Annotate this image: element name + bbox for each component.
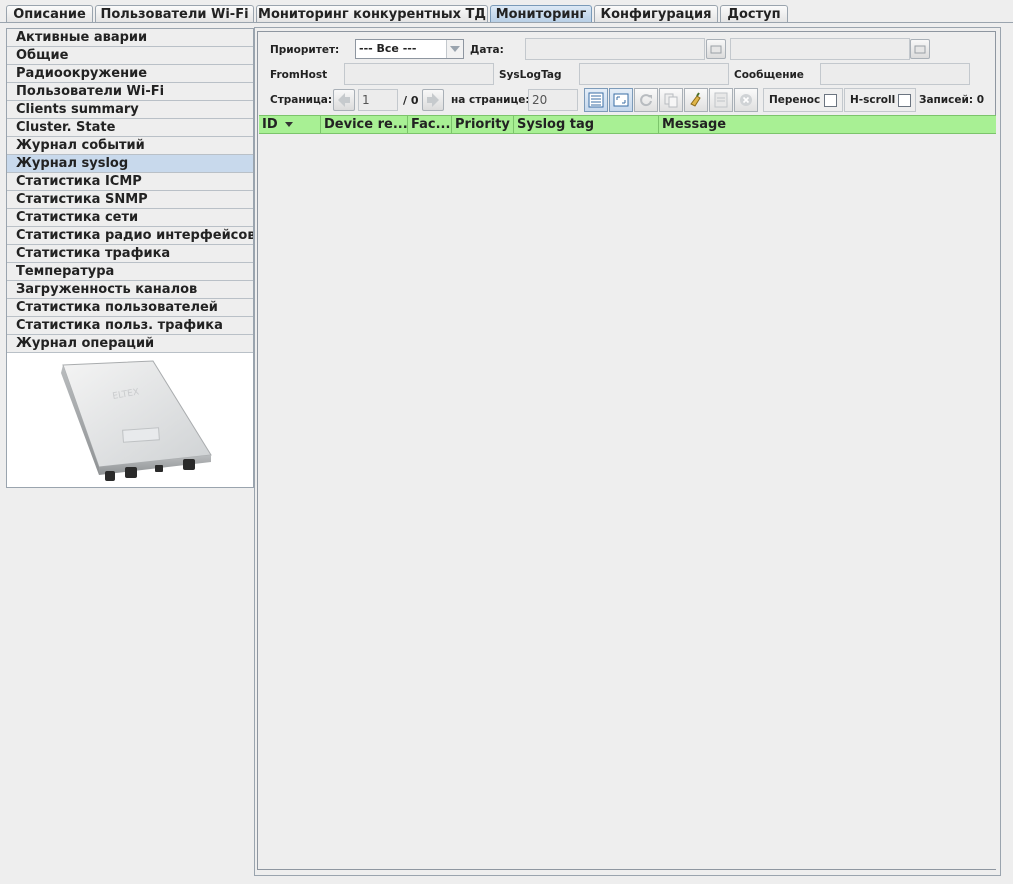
menu-item-wifi-users[interactable]: Пользователи Wi-Fi	[7, 83, 253, 101]
copy-icon	[664, 93, 678, 108]
page-number-input[interactable]: 1	[358, 89, 398, 111]
tab-configuration[interactable]: Конфигурация	[594, 5, 718, 22]
tab-wifi-users[interactable]: Пользователи Wi-Fi	[95, 5, 254, 22]
menu-item-event-log[interactable]: Журнал событий	[7, 137, 253, 155]
column-id-label: ID	[262, 117, 278, 132]
date-label: Дата:	[470, 44, 504, 56]
stop-button[interactable]	[734, 88, 758, 112]
tab-competitor-monitoring[interactable]: Мониторинг конкурентных ТД	[256, 5, 488, 22]
menu-item-cluster-state[interactable]: Cluster. State	[7, 119, 253, 137]
wrap-checkbox[interactable]	[824, 94, 837, 107]
menu-item-temperature[interactable]: Температура	[7, 263, 253, 281]
menu-item-channel-load[interactable]: Загруженность каналов	[7, 281, 253, 299]
refresh-icon	[640, 94, 652, 107]
menu-item-clients-summary[interactable]: Clients summary	[7, 101, 253, 119]
fit-screen-icon	[613, 93, 629, 107]
column-header-facility[interactable]: Fac...	[408, 116, 452, 133]
menu-item-snmp-stats[interactable]: Статистика SNMP	[7, 191, 253, 209]
device-image: ELTEX	[61, 360, 212, 481]
list-icon	[588, 92, 604, 108]
syslog-inner-panel: Приоритет: --- Все --- Дата: FromHost Sy…	[257, 31, 996, 870]
menu-item-radio-environment[interactable]: Радиоокружение	[7, 65, 253, 83]
menu-item-icmp-stats[interactable]: Статистика ICMP	[7, 173, 253, 191]
menu-item-general[interactable]: Общие	[7, 47, 253, 65]
sort-desc-icon	[285, 122, 294, 127]
menu-item-operations-log[interactable]: Журнал операций	[7, 335, 253, 353]
side-menu: Активные аварии Общие Радиоокружение Пол…	[6, 28, 254, 488]
copy-button[interactable]	[659, 88, 683, 112]
menu-item-radio-interface-stats[interactable]: Статистика радио интерфейсов	[7, 227, 253, 245]
chevron-down-icon[interactable]	[446, 40, 463, 58]
column-header-device[interactable]: Device re...	[321, 116, 408, 133]
calendar-to-button[interactable]	[910, 39, 930, 59]
next-page-button[interactable]	[422, 89, 444, 111]
tab-access[interactable]: Доступ	[720, 5, 788, 22]
column-header-syslog-tag[interactable]: Syslog tag	[514, 116, 659, 133]
hscroll-label: H-scroll	[850, 94, 896, 106]
calendar-from-button[interactable]	[706, 39, 726, 59]
date-from-input[interactable]	[525, 38, 705, 60]
calendar-icon	[710, 45, 722, 54]
fromhost-label: FromHost	[270, 69, 328, 81]
priority-label: Приоритет:	[270, 44, 340, 56]
per-page-label: на странице:	[451, 94, 530, 106]
tab-monitoring[interactable]: Мониторинг	[490, 5, 592, 22]
records-count: Записей: 0	[919, 94, 985, 106]
fromhost-input[interactable]	[344, 63, 494, 85]
per-page-input[interactable]: 20	[528, 89, 578, 111]
prev-page-button[interactable]	[333, 89, 355, 111]
menu-item-traffic-stats[interactable]: Статистика трафика	[7, 245, 253, 263]
close-circle-icon	[740, 94, 752, 106]
column-header-message[interactable]: Message	[659, 116, 996, 133]
column-settings-button[interactable]	[584, 88, 608, 112]
menu-item-active-alarms[interactable]: Активные аварии	[7, 29, 253, 47]
wrap-label: Перенос	[769, 94, 821, 106]
syslogtag-label: SysLogTag	[499, 69, 562, 81]
priority-select[interactable]: --- Все ---	[355, 39, 464, 59]
page-label: Страница:	[270, 94, 333, 106]
fit-view-button[interactable]	[609, 88, 633, 112]
broom-icon	[690, 92, 701, 107]
menu-item-syslog[interactable]: Журнал syslog	[7, 155, 253, 173]
syslogtag-input[interactable]	[579, 63, 729, 85]
date-to-input[interactable]	[730, 38, 910, 60]
message-label: Сообщение	[734, 69, 804, 81]
table-header: ID Device re... Fac... Priority Syslog t…	[259, 115, 996, 134]
arrow-left-icon	[338, 93, 350, 107]
syslog-table: ID Device re... Fac... Priority Syslog t…	[259, 115, 996, 869]
menu-item-user-stats[interactable]: Статистика пользователей	[7, 299, 253, 317]
menu-item-network-stats[interactable]: Статистика сети	[7, 209, 253, 227]
clear-filter-button[interactable]	[684, 88, 708, 112]
menu-item-user-traffic-stats[interactable]: Статистика польз. трафика	[7, 317, 253, 335]
page-total: / 0	[403, 94, 419, 107]
refresh-button[interactable]	[634, 88, 658, 112]
column-header-priority[interactable]: Priority	[452, 116, 514, 133]
save-icon	[714, 92, 728, 108]
column-header-id[interactable]: ID	[259, 116, 321, 133]
message-input[interactable]	[820, 63, 970, 85]
arrow-right-icon	[427, 93, 439, 107]
priority-select-value: --- Все ---	[359, 42, 417, 55]
save-button[interactable]	[709, 88, 733, 112]
calendar-icon	[914, 45, 926, 54]
syslog-panel: Приоритет: --- Все --- Дата: FromHost Sy…	[254, 27, 1001, 876]
tab-description[interactable]: Описание	[6, 5, 93, 22]
hscroll-checkbox[interactable]	[898, 94, 911, 107]
